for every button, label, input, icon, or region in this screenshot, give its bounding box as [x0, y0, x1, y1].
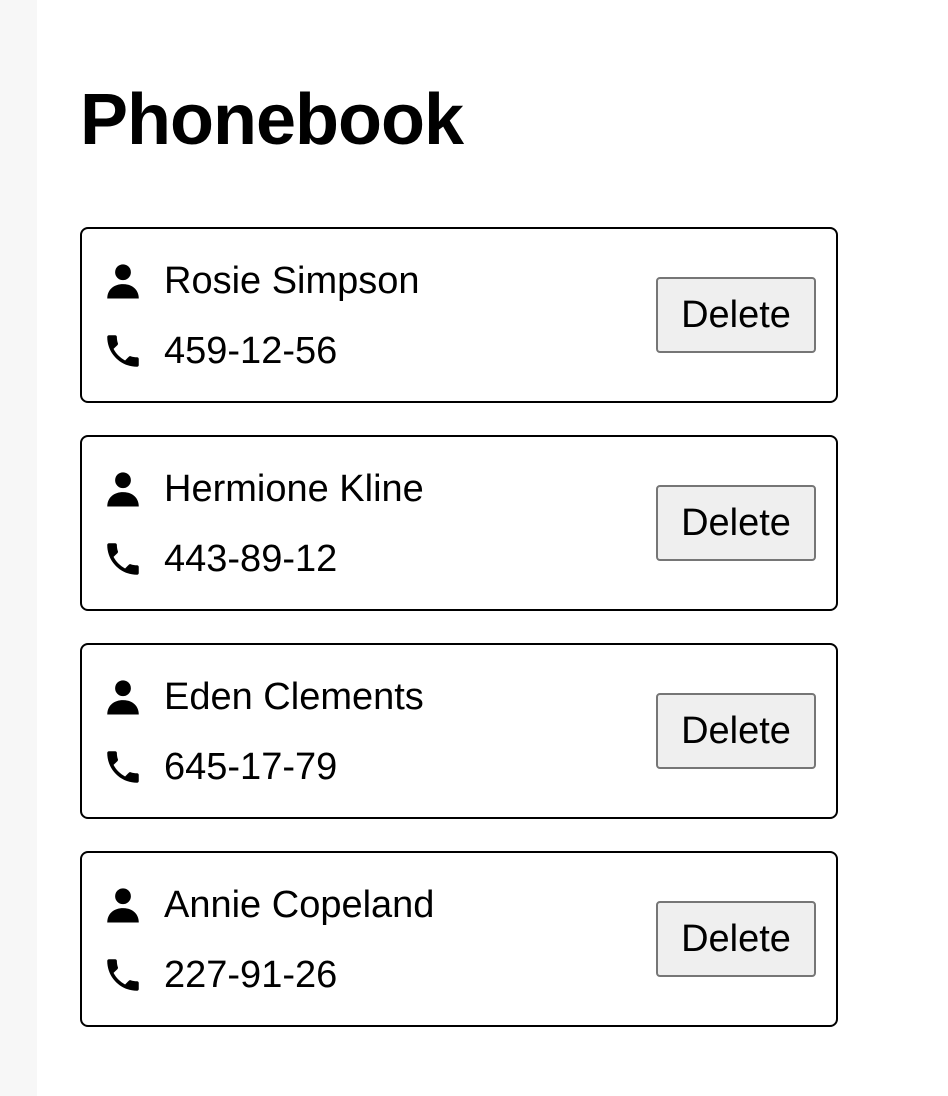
page-title: Phonebook	[80, 80, 464, 160]
contact-card: Eden Clements 645-17-79 Delete	[80, 643, 838, 819]
phone-icon	[102, 953, 146, 997]
contact-name: Hermione Kline	[164, 468, 424, 510]
contact-card: Annie Copeland 227-91-26 Delete	[80, 851, 838, 1027]
person-icon	[102, 259, 146, 303]
phone-icon	[102, 745, 146, 789]
delete-contact-button[interactable]: Delete	[656, 693, 816, 769]
contact-list: Rosie Simpson 459-12-56 Delete Hermione …	[80, 227, 838, 1059]
left-sidebar-strip	[0, 0, 37, 1096]
contact-number: 459-12-56	[164, 330, 338, 372]
contact-number: 443-89-12	[164, 538, 338, 580]
contact-number-row: 459-12-56	[102, 327, 337, 375]
phone-icon	[102, 537, 146, 581]
contact-name-row: Annie Copeland	[102, 881, 434, 929]
contact-name-row: Rosie Simpson	[102, 257, 420, 305]
contact-name: Rosie Simpson	[164, 260, 420, 302]
person-icon	[102, 883, 146, 927]
delete-contact-button[interactable]: Delete	[656, 277, 816, 353]
contact-number-row: 227-91-26	[102, 951, 337, 999]
delete-contact-button[interactable]: Delete	[656, 901, 816, 977]
contact-name: Annie Copeland	[164, 884, 435, 926]
contact-number: 227-91-26	[164, 954, 338, 996]
person-icon	[102, 467, 146, 511]
contact-number: 645-17-79	[164, 746, 338, 788]
contact-number-row: 645-17-79	[102, 743, 337, 791]
person-icon	[102, 675, 146, 719]
contact-name: Eden Clements	[164, 676, 424, 718]
contact-name-row: Hermione Kline	[102, 465, 424, 513]
contact-number-row: 443-89-12	[102, 535, 337, 583]
contact-card: Hermione Kline 443-89-12 Delete	[80, 435, 838, 611]
phone-icon	[102, 329, 146, 373]
contact-card: Rosie Simpson 459-12-56 Delete	[80, 227, 838, 403]
contact-name-row: Eden Clements	[102, 673, 424, 721]
delete-contact-button[interactable]: Delete	[656, 485, 816, 561]
